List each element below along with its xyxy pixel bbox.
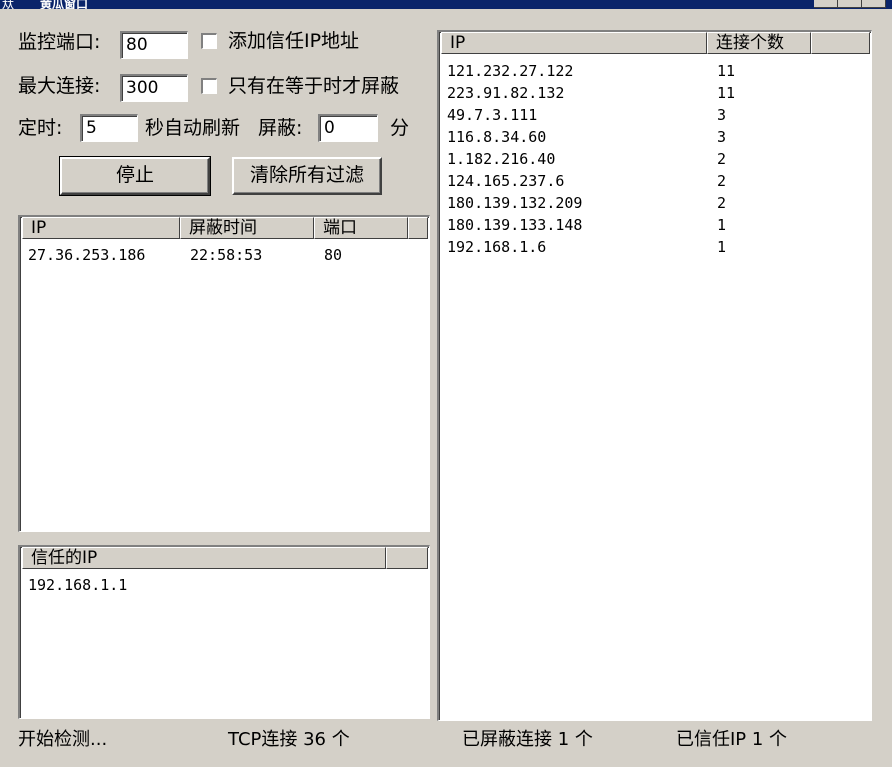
timer-label: 定时:	[18, 117, 63, 139]
conn-count-cell: 2	[717, 150, 727, 168]
blocked-header-ip[interactable]: IP	[22, 217, 180, 239]
only-equal-label[interactable]: 只有在等于时才屏蔽	[228, 74, 399, 98]
conn-header-count[interactable]: 连接个数	[707, 32, 811, 54]
table-row[interactable]: 49.7.3.111 3	[439, 104, 859, 126]
conn-ip-cell: 180.139.132.209	[447, 194, 583, 212]
conn-ip-cell: 192.168.1.6	[447, 238, 547, 256]
table-row[interactable]: 192.168.1.6 1	[439, 236, 859, 258]
window-title: 黄瓜窗口	[40, 0, 89, 9]
table-row[interactable]: 27.36.253.186 22:58:53 80	[20, 244, 420, 266]
port-label: 监控端口:	[18, 31, 101, 53]
conn-count-cell: 1	[717, 216, 727, 234]
trust-ip-label[interactable]: 添加信任IP地址	[228, 29, 359, 53]
status-state: 开始检测...	[18, 729, 108, 750]
trusted-header-ip[interactable]: 信任的IP	[22, 547, 386, 569]
conn-count-cell: 3	[717, 128, 727, 146]
minute-label: 分	[390, 117, 410, 139]
app-icon: 夶	[2, 0, 15, 9]
conn-header-filler	[811, 32, 870, 54]
conn-ip-cell: 1.182.216.40	[447, 150, 556, 168]
clear-filters-button[interactable]: 清除所有过滤	[232, 157, 382, 195]
blocked-header-filler	[408, 217, 428, 239]
conn-count-cell: 3	[717, 106, 727, 124]
blocked-list[interactable]: IP 屏蔽时间 端口 27.36.253.186 22:58:53 80	[18, 215, 430, 532]
status-trusted-count: 已信任IP 1 个	[676, 729, 788, 750]
max-conn-input[interactable]: 300	[120, 74, 188, 102]
blocked-ip-cell: 27.36.253.186	[28, 246, 146, 264]
maximize-button[interactable]	[838, 0, 862, 8]
trusted-ip-cell: 192.168.1.1	[28, 576, 128, 594]
conn-count-cell: 2	[717, 194, 727, 212]
block-label: 屏蔽:	[258, 117, 303, 139]
trust-ip-checkbox[interactable]	[201, 33, 217, 49]
table-row[interactable]: 1.182.216.40 2	[439, 148, 859, 170]
status-blocked-count: 已屏蔽连接 1 个	[462, 729, 593, 750]
conn-ip-cell: 116.8.34.60	[447, 128, 547, 146]
title-bar	[0, 0, 892, 9]
status-tcp-count: TCP连接 36 个	[228, 729, 350, 750]
minimize-button[interactable]	[814, 0, 838, 8]
conn-ip-cell: 49.7.3.111	[447, 106, 538, 124]
only-equal-checkbox[interactable]	[201, 78, 217, 94]
table-row[interactable]: 180.139.132.209 2	[439, 192, 859, 214]
connections-list[interactable]: IP 连接个数 121.232.27.122 11 223.91.82.132 …	[437, 30, 872, 721]
trusted-header-filler	[386, 547, 428, 569]
trusted-list[interactable]: 信任的IP 192.168.1.1	[18, 545, 430, 719]
refresh-label: 秒自动刷新	[145, 117, 241, 139]
stop-button[interactable]: 停止	[59, 156, 211, 196]
table-row[interactable]: 180.139.133.148 1	[439, 214, 859, 236]
conn-ip-cell: 223.91.82.132	[447, 84, 565, 102]
conn-count-cell: 1	[717, 238, 727, 256]
conn-ip-cell: 180.139.133.148	[447, 216, 583, 234]
conn-count-cell: 11	[717, 62, 736, 80]
timer-input[interactable]: 5	[80, 114, 138, 142]
port-input[interactable]: 80	[120, 31, 188, 59]
block-minutes-input[interactable]: 0	[318, 114, 378, 142]
conn-header-ip[interactable]: IP	[441, 32, 707, 54]
table-row[interactable]: 121.232.27.122 11	[439, 60, 859, 82]
conn-ip-cell: 124.165.237.6	[447, 172, 565, 190]
table-row[interactable]: 223.91.82.132 11	[439, 82, 859, 104]
blocked-header-time[interactable]: 屏蔽时间	[180, 217, 314, 239]
close-button[interactable]	[862, 0, 886, 8]
blocked-time-cell: 22:58:53	[190, 246, 263, 264]
conn-ip-cell: 121.232.27.122	[447, 62, 574, 80]
max-conn-label: 最大连接:	[18, 75, 101, 97]
table-row[interactable]: 192.168.1.1	[20, 574, 420, 596]
table-row[interactable]: 116.8.34.60 3	[439, 126, 859, 148]
blocked-header-port[interactable]: 端口	[314, 217, 408, 239]
conn-count-cell: 11	[717, 84, 736, 102]
blocked-port-cell: 80	[324, 246, 343, 264]
conn-count-cell: 2	[717, 172, 727, 190]
table-row[interactable]: 124.165.237.6 2	[439, 170, 859, 192]
